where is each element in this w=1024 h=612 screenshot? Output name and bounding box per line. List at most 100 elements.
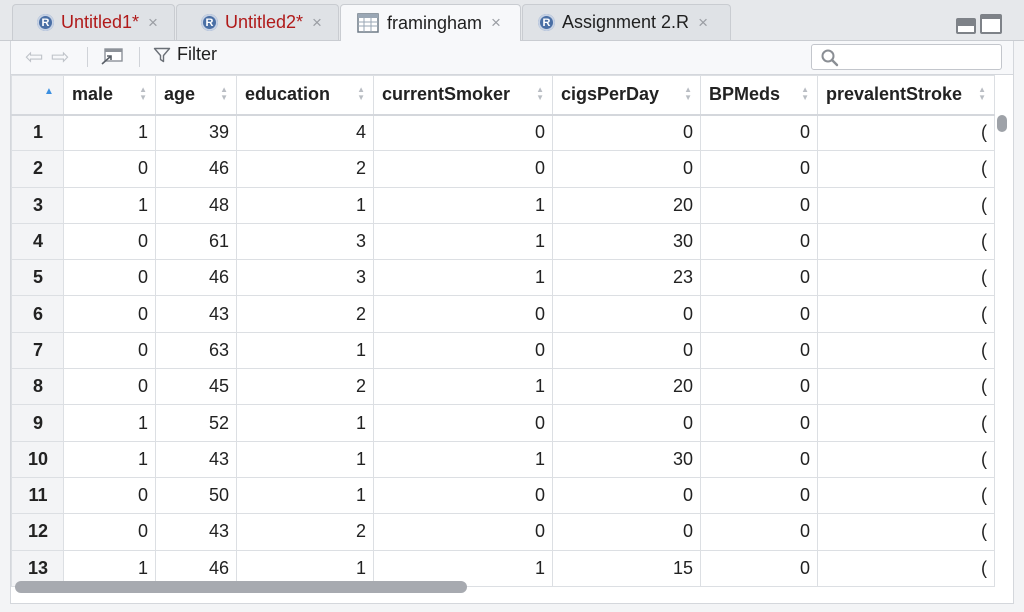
row-index: 9 (11, 404, 64, 442)
table-cell: 0 (63, 368, 156, 406)
close-icon[interactable]: × (312, 13, 322, 33)
table-cell: 20 (552, 186, 701, 224)
toolbar-separator (87, 47, 88, 67)
table-cell: 23 (552, 259, 701, 297)
table-cell: 2 (236, 513, 374, 551)
table-cell: 0 (63, 295, 156, 333)
table-cell: 0 (373, 513, 553, 551)
search-input[interactable] (846, 47, 1000, 69)
minimize-pane-icon[interactable] (956, 18, 976, 34)
vertical-scrollbar[interactable] (997, 115, 1007, 565)
close-icon[interactable]: × (491, 13, 501, 33)
data-viewer-toolbar: ⇦ ⇨ Filter (10, 41, 1014, 74)
table-cell: 1 (373, 440, 553, 478)
table-cell: 1 (236, 404, 374, 442)
horizontal-scrollbar-thumb[interactable] (15, 581, 467, 593)
search-icon (821, 49, 839, 67)
table-cell: 1 (373, 259, 553, 297)
row-index: 2 (11, 150, 64, 188)
maximize-pane-icon[interactable] (980, 14, 1002, 34)
table-cell: 0 (700, 404, 818, 442)
column-name: BPMeds (709, 84, 781, 105)
table-cell: 3 (236, 222, 374, 261)
column-header-currentsmoker[interactable]: currentSmoker ▲ ▼ (373, 75, 553, 116)
tab-label: framingham (387, 12, 483, 33)
table-cell-partial: ( (817, 404, 995, 442)
pane-window-controls (956, 14, 1002, 34)
row-index: 8 (11, 368, 64, 406)
tab-label: Untitled2* (225, 12, 304, 32)
open-in-new-window-icon[interactable] (99, 47, 125, 67)
table-cell: 43 (155, 513, 237, 551)
table-cell: 48 (155, 186, 237, 224)
table-cell: 1 (63, 440, 156, 478)
table-cell: 0 (373, 113, 553, 152)
column-name: education (245, 84, 331, 105)
vertical-scrollbar-thumb[interactable] (997, 115, 1007, 132)
row-index: 5 (11, 259, 64, 297)
table-cell: 0 (552, 113, 701, 152)
table-cell: 0 (552, 331, 701, 370)
table-cell: 46 (155, 259, 237, 297)
tab-assignment-2[interactable]: R Assignment 2.R × (522, 4, 731, 40)
table-cell: 1 (236, 440, 374, 478)
search-box[interactable] (811, 44, 1002, 70)
tab-label: Untitled1* (61, 12, 140, 32)
column-header-index[interactable]: ▲ (11, 75, 64, 116)
table-row: 4 0 61 3 1 30 0( (11, 222, 995, 261)
table-cell: 46 (155, 150, 237, 188)
filter-label: Filter (177, 44, 217, 64)
sort-icon: ▲ ▼ (139, 85, 147, 102)
column-header-education[interactable]: education ▲ ▼ (236, 75, 374, 116)
table-cell: 2 (236, 150, 374, 188)
column-name: currentSmoker (382, 84, 511, 105)
table-cell: 0 (700, 476, 818, 515)
filter-button[interactable]: Filter (153, 44, 217, 65)
tab-untitled1[interactable]: R Untitled1* × (12, 4, 175, 40)
table-cell-partial: ( (817, 440, 995, 478)
table-cell: 1 (236, 186, 374, 224)
table-cell: 0 (552, 295, 701, 333)
column-header-prevalentstroke[interactable]: prevalentStroke ▲ ▼ (817, 75, 995, 116)
table-cell: 0 (700, 113, 818, 152)
sort-icon: ▲ ▼ (978, 85, 986, 102)
table-cell-partial: ( (817, 331, 995, 370)
table-row: 3 1 48 1 1 20 0( (11, 186, 995, 224)
table-cell: 0 (700, 440, 818, 478)
table-cell-partial: ( (817, 113, 995, 152)
row-index: 11 (11, 476, 64, 515)
close-icon[interactable]: × (698, 13, 708, 33)
column-header-cigsperday[interactable]: cigsPerDay ▲ ▼ (552, 75, 701, 116)
table-cell-partial: ( (817, 186, 995, 224)
tab-framingham[interactable]: framingham × (340, 4, 521, 41)
table-cell-partial: ( (817, 368, 995, 406)
row-index: 4 (11, 222, 64, 261)
table-cell: 0 (373, 295, 553, 333)
table-cell: 0 (373, 331, 553, 370)
column-header-bpmeds[interactable]: BPMeds ▲ ▼ (700, 75, 818, 116)
table-cell: 2 (236, 295, 374, 333)
column-header-male[interactable]: male ▲ ▼ (63, 75, 156, 116)
table-cell-partial: ( (817, 259, 995, 297)
table-row: 5 0 46 3 1 23 0( (11, 259, 995, 297)
table-cell-partial: ( (817, 295, 995, 333)
close-icon[interactable]: × (148, 13, 158, 33)
table-cell: 0 (63, 331, 156, 370)
table-cell: 0 (700, 222, 818, 261)
table-row: 11 0 50 1 0 0 0( (11, 476, 995, 515)
table-cell: 2 (236, 368, 374, 406)
table-row: 8 0 45 2 1 20 0( (11, 368, 995, 406)
data-grid-icon (357, 13, 379, 33)
sort-icon: ▲ ▼ (536, 85, 544, 102)
table-body: 1 1 39 4 0 0 0(2 0 46 2 0 0 0(3 1 48 1 1 20 0(4 0 61 3 1 30 0(5 0… (11, 113, 995, 587)
table-cell: 1 (63, 404, 156, 442)
forward-arrow-icon[interactable]: ⇨ (51, 46, 69, 68)
tab-label: Assignment 2.R (562, 12, 690, 32)
back-arrow-icon[interactable]: ⇦ (25, 46, 43, 68)
sort-icon: ▲ ▼ (220, 85, 228, 102)
row-index: 1 (11, 113, 64, 152)
table-cell: 0 (700, 259, 818, 297)
tab-untitled2[interactable]: R Untitled2* × (176, 4, 339, 40)
column-header-age[interactable]: age ▲ ▼ (155, 75, 237, 116)
table-cell: 1 (63, 186, 156, 224)
